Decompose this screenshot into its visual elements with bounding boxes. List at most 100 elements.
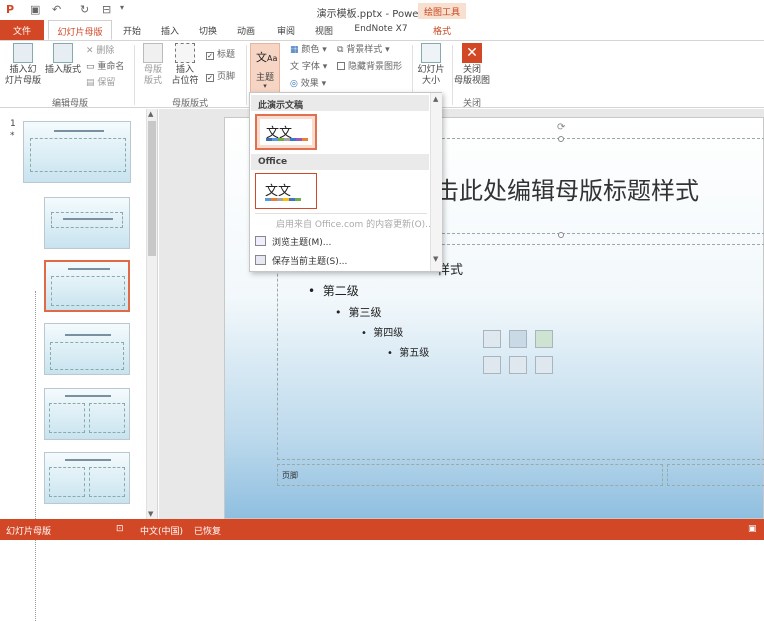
status-recovered: 已恢复 (194, 527, 222, 537)
video-icon[interactable] (535, 356, 553, 374)
table-icon[interactable] (483, 330, 501, 348)
body-level5-text: 第五级 (399, 348, 430, 359)
thumbnail-title-line (65, 334, 111, 336)
theme-office[interactable]: 文文 (255, 173, 317, 209)
tab-view[interactable]: 视图 (308, 20, 340, 40)
delete-label: 删除 (96, 46, 115, 56)
fonts-label: 字体 (301, 62, 320, 72)
effects-icon: ◎ (290, 79, 301, 89)
fit-slide-icon[interactable]: ▣ (748, 524, 757, 534)
tab-home[interactable]: 开始 (116, 20, 148, 40)
slide-master-thumbnail[interactable] (23, 121, 131, 183)
rotate-handle-icon[interactable]: ⟳ (557, 122, 565, 133)
tab-endnote[interactable]: EndNote X7 (350, 20, 412, 40)
title-checkbox-label: 标题 (217, 50, 236, 60)
fonts-button[interactable]: 文 字体 ▾ (290, 60, 327, 74)
scroll-up-arrow-icon[interactable]: ▲ (433, 95, 438, 103)
footer-text: 页脚 (282, 471, 298, 480)
insert-slide-master-button[interactable]: 插入幻 灯片母版 (4, 43, 42, 87)
thumbnail-body-box (51, 212, 123, 228)
insert-layout-button[interactable]: 插入版式 (44, 43, 82, 76)
theme-icon: 文Aa (256, 51, 278, 64)
layout-thumbnail[interactable] (44, 197, 130, 249)
close-master-view-button[interactable]: ✕ 关闭 母版视图 (454, 43, 490, 87)
theme-sample-text: 文文 (265, 184, 292, 199)
effects-button[interactable]: ◎ 效果 ▾ (290, 77, 326, 91)
title-checkbox[interactable]: ✓ 标题 (206, 48, 235, 62)
section-office: Office (251, 154, 429, 170)
slide-master-icon (13, 43, 33, 63)
rename-button[interactable]: ▭ 重命名 (86, 60, 124, 74)
tab-transitions[interactable]: 切换 (192, 20, 224, 40)
picture-icon[interactable] (483, 356, 501, 374)
browse-themes-item[interactable]: 浏览主题(M)... (255, 235, 331, 248)
tab-review[interactable]: 审阅 (270, 20, 302, 40)
status-language[interactable]: 中文(中国) (140, 524, 183, 537)
slide-number-placeholder[interactable] (667, 464, 764, 486)
scroll-up-arrow-icon[interactable]: ▲ (148, 110, 153, 118)
footer-checkbox[interactable]: ✓ 页脚 (206, 70, 235, 84)
delete-button[interactable]: ✕ 删除 (86, 44, 114, 58)
tab-insert[interactable]: 插入 (154, 20, 186, 40)
chart-icon[interactable] (509, 330, 527, 348)
layout-thumbnail-selected[interactable] (44, 260, 130, 312)
delete-icon: ✕ (86, 46, 97, 56)
hide-background-checkbox-box[interactable] (337, 62, 345, 70)
online-picture-icon[interactable] (509, 356, 527, 374)
status-view-name: 幻灯片母版 (6, 527, 52, 537)
footer-placeholder[interactable]: 页脚 (277, 464, 663, 486)
themes-dropdown-arrow-icon: ▾ (263, 82, 267, 90)
window-title: 演示模板.pptx - PowerPoint (316, 9, 448, 20)
preserve-button[interactable]: ▤ 保留 (86, 76, 115, 90)
background-styles-button[interactable]: ⧉ 背景样式 ▾ (337, 43, 390, 57)
scroll-down-arrow-icon[interactable]: ▼ (433, 255, 438, 263)
title-checkbox-box[interactable]: ✓ (206, 52, 214, 60)
smartart-icon[interactable] (535, 330, 553, 348)
theme-color-swatch (302, 138, 308, 141)
spellcheck-icon[interactable]: ⊡ (116, 524, 124, 534)
themes-button[interactable]: 文Aa 主题 ▾ (250, 43, 280, 97)
colors-label: 颜色 (301, 45, 320, 55)
resize-handle[interactable] (558, 136, 564, 142)
body-level4-text: 第四级 (373, 328, 404, 339)
browse-themes-icon (255, 236, 266, 246)
insert-placeholder-label: 插入 占位符 (171, 65, 199, 86)
footer-checkbox-label: 页脚 (217, 72, 236, 82)
tab-format[interactable]: 格式 (424, 20, 460, 40)
footer-checkbox-box[interactable]: ✓ (206, 74, 214, 82)
rename-label: 重命名 (97, 62, 125, 72)
body-level5-item: • 第五级 (387, 348, 430, 359)
slide-star-marker: * (10, 131, 15, 141)
thumbnail-title-line (65, 395, 111, 397)
content-placeholder-icons (483, 330, 561, 384)
close-icon: ✕ (462, 43, 482, 63)
slide-title-text[interactable]: 击此处编辑母版标题样式 (435, 171, 699, 206)
hide-background-checkbox[interactable]: 隐藏背景图形 (337, 60, 402, 74)
resize-handle[interactable] (558, 232, 564, 238)
group-edit-master-label: 编辑母版 (51, 99, 88, 109)
save-current-theme-item[interactable]: 保存当前主题(S)... (255, 254, 347, 267)
save-current-theme-label: 保存当前主题(S)... (272, 257, 348, 267)
thumbnail-scrollbar[interactable]: ▲ ▼ (146, 109, 157, 519)
insert-placeholder-button[interactable]: 插入 占位符 (170, 43, 200, 87)
theme-current-presentation[interactable]: 文文 (255, 114, 317, 150)
layout-icon (53, 43, 73, 63)
master-layout-button[interactable]: 母版 版式 (138, 43, 168, 87)
tab-file[interactable]: 文件 (0, 20, 44, 40)
colors-button[interactable]: ▦ 颜色 ▾ (290, 43, 327, 57)
slide-size-button[interactable]: 幻灯片 大小 (414, 43, 448, 87)
scrollbar-thumb[interactable] (148, 121, 156, 256)
enable-office-updates-item[interactable]: 启用来自 Office.com 的内容更新(O)... (276, 217, 434, 230)
thumbnail-body-box (50, 342, 124, 370)
layout-thumbnail[interactable] (44, 388, 130, 440)
layout-thumbnail[interactable] (44, 323, 130, 375)
dropdown-scrollbar[interactable]: ▲ ▼ (430, 93, 442, 271)
layout-thumbnail[interactable] (44, 452, 130, 504)
tab-animations[interactable]: 动画 (230, 20, 262, 40)
thumbnail-body-box (89, 403, 125, 433)
scroll-down-arrow-icon[interactable]: ▼ (148, 510, 153, 518)
theme-preview: 文文 (259, 177, 313, 205)
tab-slide-master[interactable]: 幻灯片母版 (48, 20, 112, 40)
group-master-layout-label: 母版版式 (171, 99, 208, 109)
close-master-view-label: 关闭 母版视图 (454, 65, 491, 86)
